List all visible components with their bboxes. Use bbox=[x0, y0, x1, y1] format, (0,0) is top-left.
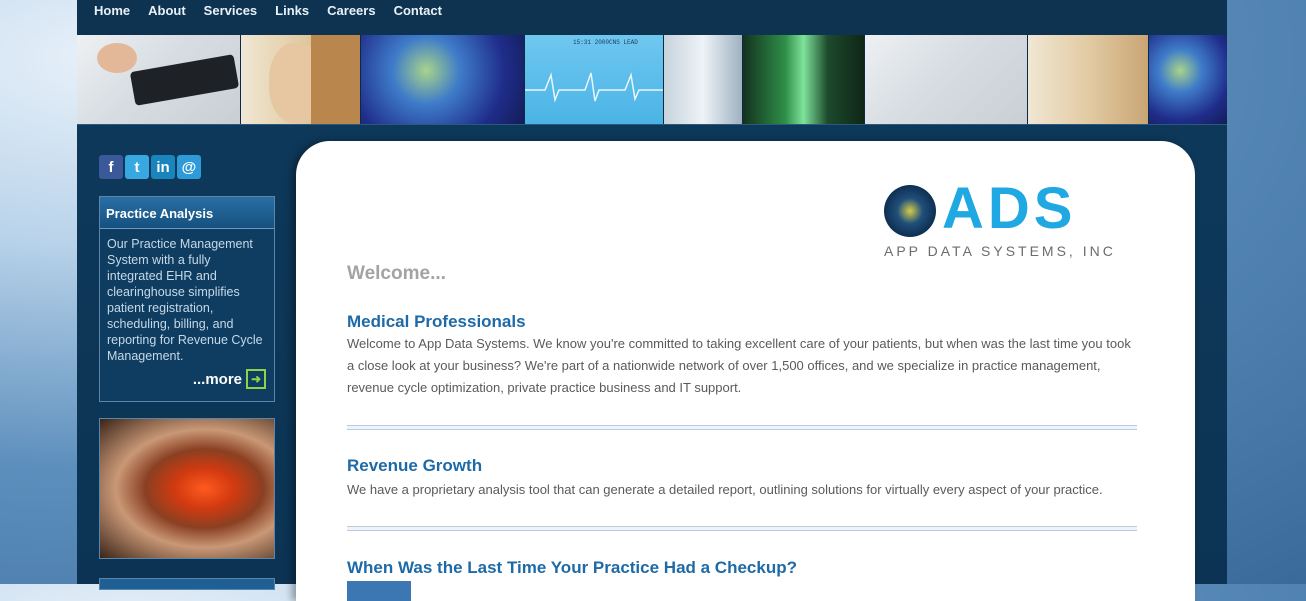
nav-contact[interactable]: Contact bbox=[394, 3, 442, 18]
more-label[interactable]: ...more bbox=[193, 371, 242, 388]
top-nav: Home About Services Links Careers Contac… bbox=[77, 0, 1227, 35]
facebook-icon[interactable]: f bbox=[99, 155, 123, 179]
page-container: Home About Services Links Careers Contac… bbox=[77, 0, 1227, 601]
section-text-medical-professionals: Welcome to App Data Systems. We know you… bbox=[347, 336, 1131, 395]
nav-careers[interactable]: Careers bbox=[327, 3, 375, 18]
sidebar-box-2 bbox=[99, 578, 275, 590]
social-links: f t in @ bbox=[99, 155, 201, 179]
arrow-right-icon[interactable]: ➜ bbox=[246, 369, 266, 389]
ads-logo-mark-icon bbox=[884, 185, 936, 237]
section-divider bbox=[347, 425, 1137, 430]
section-text-revenue-growth: We have a proprietary analysis tool that… bbox=[347, 482, 1103, 497]
section-title-medical-professionals: Medical Professionals bbox=[347, 312, 526, 331]
practice-analysis-box: Practice Analysis Our Practice Managemen… bbox=[99, 196, 275, 402]
banner-doctor-tablet-image-2 bbox=[864, 35, 1029, 124]
ekg-readout: 15:31 2000CNS LEAD bbox=[573, 39, 638, 46]
practice-analysis-title: Practice Analysis bbox=[100, 197, 274, 229]
logo-subtitle: APP DATA SYSTEMS, INC bbox=[884, 243, 1116, 259]
banner-lab-glassware-image-2 bbox=[1148, 35, 1227, 124]
linkedin-icon[interactable]: in bbox=[151, 155, 175, 179]
banner-test-tubes-image bbox=[743, 35, 865, 124]
nav-links[interactable]: Links bbox=[275, 3, 309, 18]
nav-home[interactable]: Home bbox=[94, 3, 130, 18]
banner-woman-pipette-image bbox=[240, 35, 362, 124]
nav-about[interactable]: About bbox=[148, 3, 186, 18]
welcome-heading: Welcome... bbox=[347, 263, 446, 284]
twitter-icon[interactable]: t bbox=[125, 155, 149, 179]
section-divider bbox=[347, 526, 1137, 531]
practice-analysis-text: Our Practice Management System with a fu… bbox=[107, 237, 263, 363]
banner-lab-glassware-image bbox=[361, 35, 525, 124]
sidebar-lab-woman-photo bbox=[99, 418, 275, 559]
banner-woman-pipette-image-2 bbox=[1028, 35, 1149, 124]
section-title-checkup: When Was the Last Time Your Practice Had… bbox=[347, 558, 797, 577]
nav-services[interactable]: Services bbox=[204, 3, 258, 18]
main-content: ADS APP DATA SYSTEMS, INC Welcome... Med… bbox=[296, 141, 1195, 601]
header-banner: 15:31 2000CNS LEAD bbox=[77, 35, 1227, 125]
banner-syringe-image bbox=[663, 35, 744, 124]
logo-letters: ADS bbox=[942, 176, 1077, 241]
email-icon[interactable]: @ bbox=[177, 155, 201, 179]
section-title-revenue-growth: Revenue Growth bbox=[347, 456, 483, 475]
checkup-thumbnail-image bbox=[347, 581, 411, 601]
more-link[interactable]: ...more ➜ bbox=[193, 369, 266, 389]
banner-doctor-tablet-image bbox=[77, 35, 241, 124]
banner-ekg-monitor-image: 15:31 2000CNS LEAD bbox=[524, 35, 664, 124]
ads-logo[interactable]: ADS APP DATA SYSTEMS, INC bbox=[884, 176, 1139, 263]
